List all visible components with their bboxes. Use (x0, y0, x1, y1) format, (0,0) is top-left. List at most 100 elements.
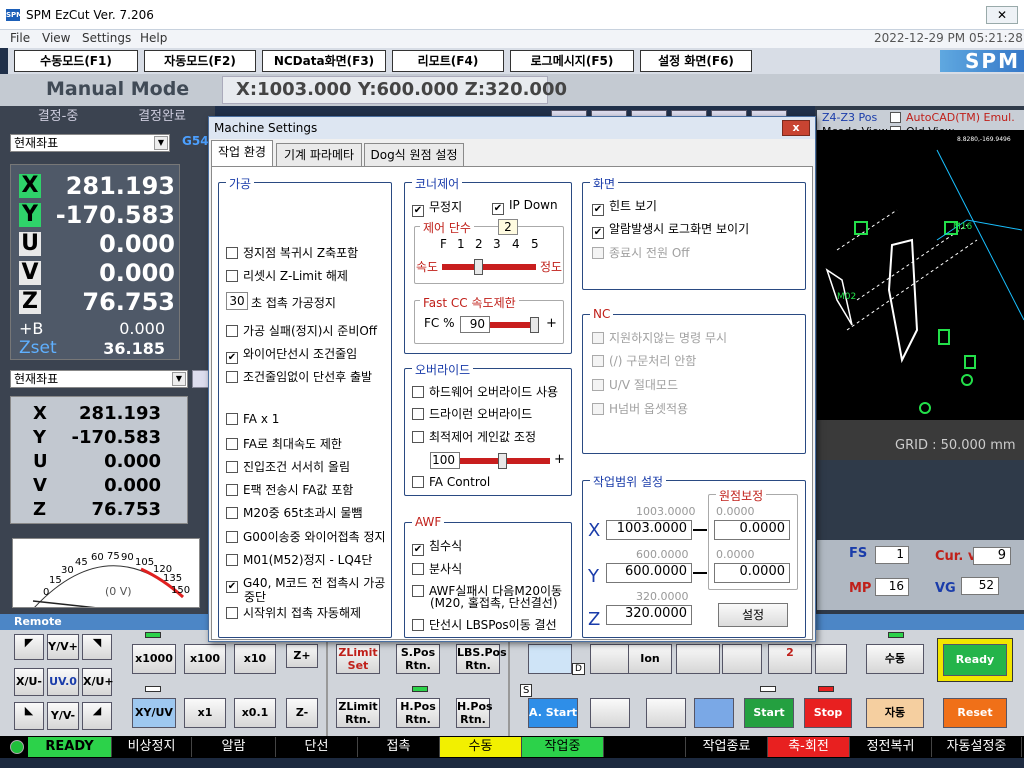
tab-auto[interactable]: 자동모드(F2) (144, 50, 256, 72)
ready-button[interactable]: Ready (943, 644, 1007, 676)
step-x1-button[interactable]: x1 (184, 698, 226, 728)
step-x10-button[interactable]: x10 (234, 644, 276, 674)
step-x100-button[interactable]: x100 (184, 644, 226, 674)
pump-button[interactable]: 2 (768, 644, 812, 674)
hpos-return-disabled-button[interactable]: H.Pos Rtn. (456, 698, 493, 728)
chk-fa-max-speed[interactable]: FA로 최대속도 제한 (226, 435, 342, 452)
corner-slider-thumb[interactable] (474, 259, 483, 275)
water-button[interactable] (646, 698, 686, 728)
range-input-y[interactable]: 600.0000 (606, 563, 692, 583)
spos-return-button[interactable]: S.Pos Rtn. (396, 644, 440, 674)
chk-reset-zlimit[interactable]: 리셋시 Z-Limit 해제 (226, 267, 348, 284)
chk-ipdown[interactable]: ✔ IP Down (492, 198, 558, 215)
chk-fa-control[interactable]: FA Control (412, 475, 490, 489)
autocad-checkbox[interactable] (890, 112, 901, 123)
chk-epack-fa[interactable]: E팩 전송시 FA값 포함 (226, 481, 353, 498)
zlimit-return-button[interactable]: ZLimit Rtn. (336, 698, 380, 728)
zlimit-set-button[interactable]: ZLimit Set (336, 644, 380, 674)
jog-uv0-button[interactable]: UV.0 (47, 668, 79, 696)
tab-remote[interactable]: 리모트(F4) (392, 50, 504, 72)
chk-h-offset[interactable]: H넘버 옵셋적용 (592, 400, 688, 417)
chk-g00-contact-stop[interactable]: G00이송중 와이어접촉 정지 (226, 528, 386, 545)
chk-alarm-log[interactable]: ✔ 알람발생시 로그화면 보이기 (592, 220, 749, 239)
origin-input-y[interactable]: 0.0000 (714, 563, 790, 583)
tab-dog-origin[interactable]: Dog식 원점 설정 (364, 143, 464, 166)
fc-value[interactable]: 90 (460, 316, 490, 333)
chk-gain-adjust[interactable]: 최적제어 게인값 조정 (412, 428, 536, 445)
menu-view[interactable]: View (42, 31, 70, 45)
chk-submerged[interactable]: ✔ 침수식 (412, 537, 462, 556)
chk-lbs-pos[interactable]: 단선시 LBSPos이동 결선 (412, 616, 557, 633)
tab-log[interactable]: 로그메시지(F5) (510, 50, 634, 72)
ion-button[interactable]: Ion (628, 644, 672, 674)
contact-seconds-input[interactable]: 30 (226, 292, 248, 310)
power-button[interactable] (694, 698, 734, 728)
auto-button[interactable]: 자동 (866, 698, 924, 728)
menu-help[interactable]: Help (140, 31, 167, 45)
range-set-button[interactable]: 설정 (718, 603, 788, 627)
tab-ncdata[interactable]: NCData화면(F3) (262, 50, 386, 72)
menu-file[interactable]: File (10, 31, 30, 45)
chk-dryrun-override[interactable]: 드라이런 오버라이드 (412, 405, 532, 422)
jog-yv-minus-button[interactable]: Y/V- (47, 702, 79, 730)
chk-break-start[interactable]: 조건줄임없이 단선후 출발 (226, 368, 372, 385)
chk-power-off[interactable]: 종료시 전원 Off (592, 244, 690, 261)
wave-button[interactable] (722, 644, 762, 674)
tab-settings[interactable]: 설정 화면(F6) (640, 50, 752, 72)
z-minus-button[interactable]: Z- (286, 698, 318, 728)
chk-fail-ready-off[interactable]: 가공 실패(정지)시 준비Off (226, 322, 377, 339)
chk-show-hints[interactable]: ✔ 힌트 보기 (592, 197, 657, 216)
origin-input-x[interactable]: 0.0000 (714, 520, 790, 540)
gain-slider-thumb[interactable] (498, 453, 507, 469)
jog-up-right-button[interactable]: ◥ (82, 634, 112, 660)
wire-feed-button[interactable] (590, 698, 630, 728)
chk-uv-absolute[interactable]: U/V 절대모드 (592, 376, 678, 393)
stop-button[interactable]: Stop (804, 698, 852, 728)
spindle-button[interactable] (815, 644, 847, 674)
tab-machine-params[interactable]: 기계 파라메타 (276, 143, 362, 166)
jog-down-right-button[interactable]: ◢ (82, 702, 112, 730)
coord-select[interactable]: 현재좌표 ▼ (10, 134, 170, 152)
chk-return-z[interactable]: 정지점 복귀시 Z축포함 (226, 244, 358, 261)
chk-fa-x1[interactable]: FA x 1 (226, 412, 279, 426)
range-input-x[interactable]: 1003.0000 (606, 520, 692, 540)
range-input-z[interactable]: 320.0000 (606, 605, 692, 625)
coord-select-secondary[interactable]: 현재좌표 ▼ (10, 370, 188, 388)
reset-button[interactable]: Reset (943, 698, 1007, 728)
chk-ignore-unsupported[interactable]: 지원하지않는 명령 무시 (592, 329, 727, 346)
mp-value[interactable]: 16 (875, 578, 909, 596)
chk-slash-skip[interactable]: (/) 구문처리 안함 (592, 352, 696, 369)
flush-button[interactable] (676, 644, 720, 674)
window-close-button[interactable]: ✕ (986, 6, 1018, 24)
chk-hw-override[interactable]: 하드웨어 오버라이드 사용 (412, 383, 558, 400)
hpos-return-button[interactable]: H.Pos Rtn. (396, 698, 440, 728)
tank-button[interactable] (528, 644, 572, 674)
auto-start-button[interactable]: A. Start (528, 698, 578, 728)
z-plus-button[interactable]: Z+ (286, 644, 318, 668)
tab-manual[interactable]: 수동모드(F1) (14, 50, 138, 72)
chk-start-contact-release[interactable]: 시작위치 접촉 자동해제 (226, 604, 361, 621)
jog-up-left-button[interactable]: ◤ (14, 634, 44, 660)
chk-nostop[interactable]: ✔ 무정지 (412, 198, 462, 217)
chk-wire-break-reduce[interactable]: ✔ 와이어단선시 조건줄임 (226, 345, 357, 364)
gain-value[interactable]: 100 (430, 452, 460, 469)
menu-settings[interactable]: Settings (82, 31, 131, 45)
lbspos-return-button[interactable]: LBS.Pos Rtn. (456, 644, 507, 674)
chk-spray[interactable]: 분사식 (412, 560, 462, 577)
dialog-close-button[interactable]: x (782, 120, 810, 136)
chk-m01-stop[interactable]: M01(M52)정지 - LQ4단 (226, 551, 372, 568)
step-x0.1-button[interactable]: x0.1 (234, 698, 276, 728)
xyuv-toggle-button[interactable]: XY/UV (132, 698, 176, 728)
jog-xu-minus-button[interactable]: X/U- (14, 668, 44, 696)
step-x1000-button[interactable]: x1000 (132, 644, 176, 674)
start-button[interactable]: Start (744, 698, 794, 728)
fs-value[interactable]: 1 (875, 546, 909, 564)
corner-slider-track[interactable] (442, 264, 536, 270)
jog-down-left-button[interactable]: ◣ (14, 702, 44, 730)
toolpath-canvas[interactable]: M16 M02 8.8280,-169.9496 GRID : 50.000 m… (817, 130, 1024, 460)
chk-m20-drain[interactable]: M20중 65t초과시 물뺌 (226, 504, 362, 521)
tab-work-env[interactable]: 작업 환경 (211, 140, 273, 167)
vg-value[interactable]: 52 (961, 577, 999, 595)
manual-button[interactable]: 수동 (866, 644, 924, 674)
jog-xu-plus-button[interactable]: X/U+ (82, 668, 114, 696)
